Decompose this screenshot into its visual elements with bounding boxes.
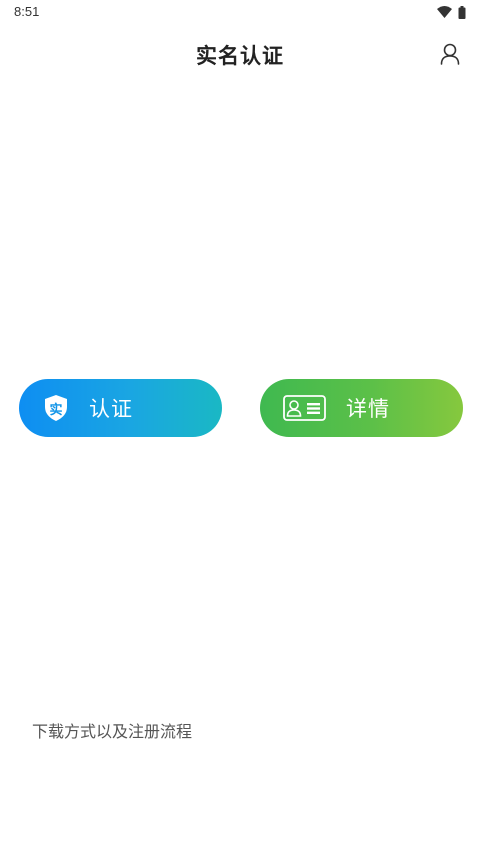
wifi-icon bbox=[437, 6, 452, 18]
battery-icon bbox=[458, 5, 466, 19]
auth-button[interactable]: 实 认证 bbox=[19, 379, 222, 437]
shield-icon-char: 实 bbox=[49, 403, 63, 418]
auth-button-label: 认证 bbox=[89, 397, 133, 421]
shield-icon: 实 bbox=[43, 394, 69, 422]
screen: 8:51 实名认证 实 认证 详情 下载方式以及注册流程 bbox=[0, 0, 480, 855]
id-card-icon bbox=[283, 395, 326, 421]
status-bar: 8:51 bbox=[0, 0, 480, 26]
page-title: 实名认证 bbox=[196, 44, 284, 68]
status-icons bbox=[437, 5, 466, 19]
download-register-link[interactable]: 下载方式以及注册流程 bbox=[32, 718, 192, 742]
detail-button[interactable]: 详情 bbox=[260, 379, 463, 437]
detail-button-label: 详情 bbox=[346, 397, 390, 421]
profile-button[interactable] bbox=[438, 42, 462, 66]
user-icon bbox=[440, 43, 460, 65]
status-time: 8:51 bbox=[14, 4, 40, 19]
title-bar: 实名认证 bbox=[0, 26, 480, 84]
